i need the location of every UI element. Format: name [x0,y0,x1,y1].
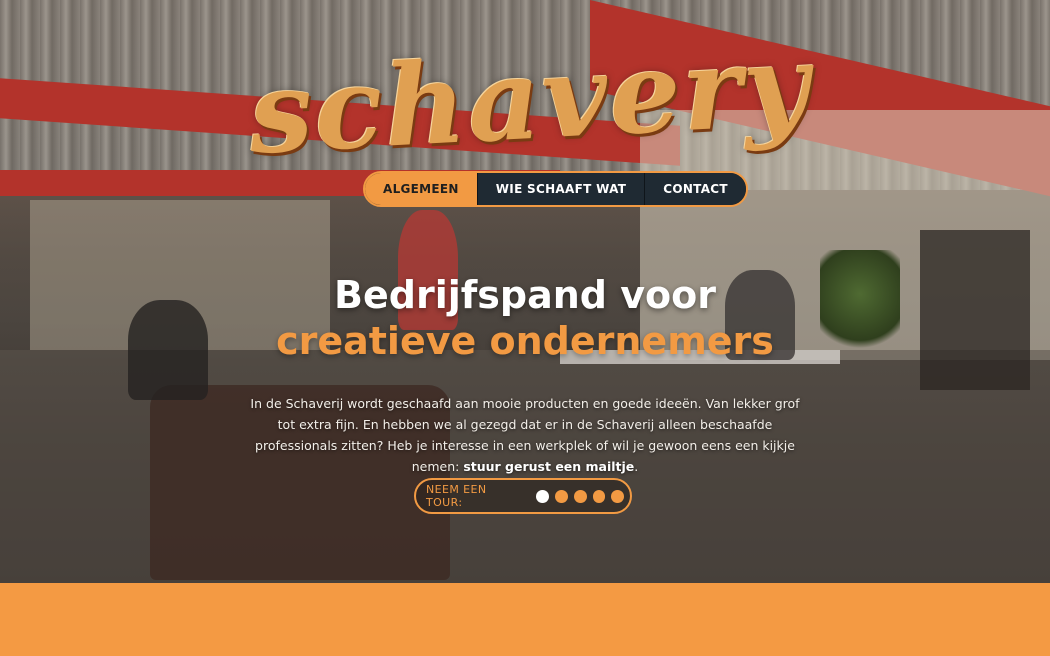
intro-end: . [634,458,639,474]
nav-item-algemeen[interactable]: ALGEMEEN [365,173,478,205]
tour-dot-5[interactable] [611,489,624,503]
mail-link[interactable]: stuur gerust een mailtje [463,459,634,474]
hero-headline: Bedrijfspand voor creatieve ondernemers [0,272,1050,364]
headline-line-1: Bedrijfspand voor [334,273,716,317]
logo-text: schavery [246,19,814,180]
tour-control: NEEM EEN TOUR: [414,478,632,514]
tour-dot-3[interactable] [573,489,587,503]
headline-line-2: creatieve ondernemers [276,319,774,363]
tour-dot-2[interactable] [555,489,568,503]
tour-label: NEEM EEN TOUR: [426,483,487,509]
intro-paragraph: In de Schaverij wordt geschaafd aan mooi… [240,393,810,477]
nav-item-wie-schaaft-wat[interactable]: WIE SCHAAFT WAT [477,173,646,205]
site-logo[interactable]: schavery [246,19,814,180]
main-nav: ALGEMEEN WIE SCHAAFT WAT CONTACT [363,171,748,207]
nav-item-contact[interactable]: CONTACT [645,173,746,205]
orange-band [0,583,1050,656]
tour-dot-4[interactable] [592,489,606,503]
tour-dot-1[interactable] [536,489,550,503]
